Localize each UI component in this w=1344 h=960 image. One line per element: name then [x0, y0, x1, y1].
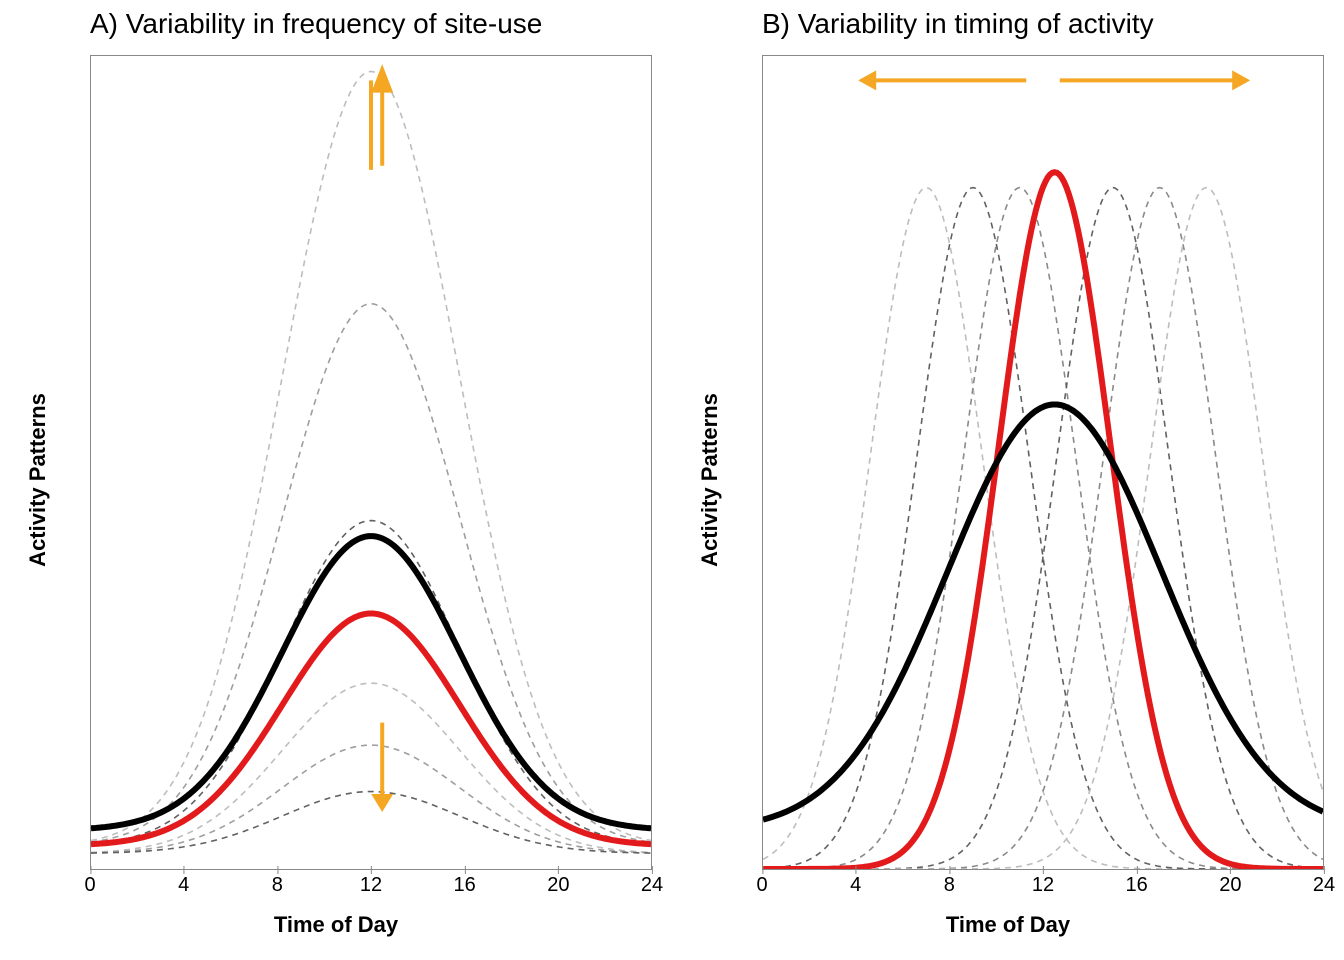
arrow-up-icon — [371, 64, 393, 166]
xtick-0: 0 — [756, 874, 767, 897]
panel-A-title: A) Variability in frequency of site-use — [90, 8, 542, 40]
panel-B-ylabel: Activity Patterns — [697, 393, 723, 567]
arrow-left-icon — [858, 70, 1026, 90]
xtick-8: 8 — [272, 874, 283, 897]
xtick-4: 4 — [178, 874, 189, 897]
panel-B-plot — [762, 55, 1324, 870]
panel-A-xlabel: Time of Day — [274, 912, 398, 938]
xtick-20: 20 — [1219, 874, 1241, 897]
xtick-24: 24 — [641, 874, 663, 897]
panel-B-annotation-layer — [763, 56, 1323, 869]
xtick-16: 16 — [1126, 874, 1148, 897]
panel-A: A) Variability in frequency of site-use … — [0, 0, 672, 960]
panel-B-xticks: 04812162024 — [762, 874, 1324, 902]
panel-B-title: B) Variability in timing of activity — [762, 8, 1154, 40]
xtick-24: 24 — [1313, 874, 1335, 897]
xtick-12: 12 — [1032, 874, 1054, 897]
figure-wrapper: A) Variability in frequency of site-use … — [0, 0, 1344, 960]
panel-B: B) Variability in timing of activity Act… — [672, 0, 1344, 960]
panel-A-ylabel: Activity Patterns — [25, 393, 51, 567]
xtick-20: 20 — [547, 874, 569, 897]
arrow-down-icon — [371, 723, 393, 812]
xtick-4: 4 — [850, 874, 861, 897]
panel-A-xticks: 04812162024 — [90, 874, 652, 902]
xtick-8: 8 — [944, 874, 955, 897]
xtick-12: 12 — [360, 874, 382, 897]
panel-A-plot — [90, 55, 652, 870]
xtick-16: 16 — [454, 874, 476, 897]
arrow-right-icon — [1060, 70, 1250, 90]
xtick-0: 0 — [84, 874, 95, 897]
panel-A-annotation-layer — [91, 56, 651, 869]
panel-B-xlabel: Time of Day — [946, 912, 1070, 938]
